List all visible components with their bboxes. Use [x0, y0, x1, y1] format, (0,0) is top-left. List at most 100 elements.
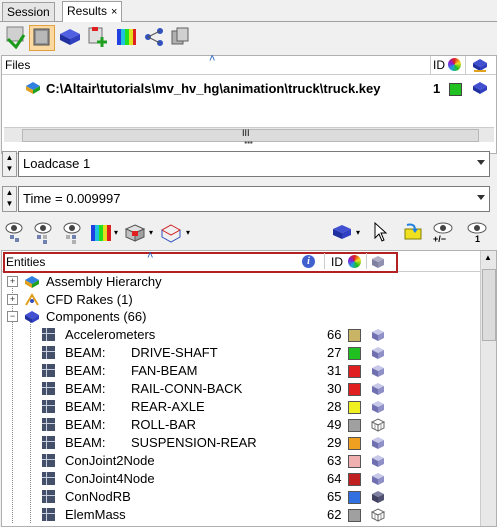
color-wheel-icon[interactable] — [348, 255, 361, 268]
component-color-swatch[interactable] — [348, 491, 361, 504]
color-icon[interactable] — [90, 224, 112, 245]
panel-splitter[interactable]: ▪▪▪ — [0, 139, 497, 147]
component-color-swatch[interactable] — [348, 365, 361, 378]
tree-icon[interactable] — [142, 25, 166, 49]
display-mode-icon[interactable] — [124, 223, 146, 246]
component-color-swatch[interactable] — [348, 329, 361, 342]
chevron-down-icon[interactable] — [477, 195, 485, 200]
group-assembly-hierarchy[interactable]: + Assembly Hierarchy — [2, 273, 480, 291]
isolate-icon[interactable] — [62, 222, 82, 247]
component-row[interactable]: BEAM: RAIL-CONN-BACK 30 — [2, 380, 480, 398]
component-row[interactable]: ElemMass 62 — [2, 506, 480, 524]
load-icon[interactable] — [4, 25, 28, 50]
component-id: 64 — [327, 471, 342, 486]
component-type: ConJoint4Node — [65, 471, 155, 486]
group-components[interactable]: − Components (66) — [2, 308, 480, 326]
expand-toggle[interactable]: − — [7, 311, 18, 322]
component-mesh-icon — [42, 472, 55, 485]
files-id-header[interactable]: ID — [433, 58, 445, 72]
component-type: Accelerometers — [65, 327, 156, 342]
component-row[interactable]: BEAM: SUSPENSION-REAR 29 — [2, 434, 480, 452]
group-icon — [24, 292, 40, 310]
time-select[interactable]: Time = 0.009997 — [18, 186, 490, 212]
loadcase-select[interactable]: Loadcase 1 — [18, 151, 490, 177]
paste-icon[interactable] — [401, 223, 423, 244]
component-row[interactable]: BEAM: DRIVE-SHAFT 27 — [2, 344, 480, 362]
component-id: 29 — [327, 435, 342, 450]
add-result-icon[interactable] — [86, 25, 110, 49]
collapse-icon[interactable]: ˄ — [209, 53, 215, 65]
chevron-down-icon[interactable]: ▾ — [149, 228, 153, 237]
file-id: 1 — [433, 81, 441, 96]
chevron-down-icon[interactable] — [477, 160, 485, 165]
component-row[interactable]: BEAM: FAN-BEAM 31 — [2, 362, 480, 380]
display-header-icon[interactable] — [371, 255, 385, 272]
component-type: BEAM: — [65, 435, 106, 450]
component-display-icon[interactable] — [371, 346, 385, 360]
pointer-icon[interactable] — [373, 221, 388, 245]
tab-results[interactable]: Results × — [62, 1, 123, 22]
component-display-icon[interactable] — [370, 418, 386, 432]
component-display-icon[interactable] — [371, 328, 385, 342]
contour-icon[interactable] — [114, 25, 138, 49]
files-header: Files ˄ ID — [2, 53, 496, 75]
component-mesh-icon — [42, 400, 55, 413]
expand-toggle[interactable]: + — [7, 293, 18, 305]
component-display-icon[interactable] — [370, 508, 386, 522]
component-color-swatch[interactable] — [348, 347, 361, 360]
expand-toggle[interactable]: + — [7, 276, 18, 287]
component-row[interactable]: ConJoint4Node 64 — [2, 470, 480, 488]
open-file-icon[interactable] — [29, 25, 55, 51]
tab-session[interactable]: Session — [2, 2, 55, 21]
component-row[interactable]: BEAM: ROLL-BAR 49 — [2, 416, 480, 434]
component-name: FAN-BEAM — [131, 363, 198, 378]
component-display-icon[interactable] — [371, 454, 385, 468]
component-row[interactable]: ConJoint2Node 63 — [2, 452, 480, 470]
chevron-down-icon[interactable]: ▾ — [186, 228, 190, 237]
info-icon[interactable]: i — [302, 255, 315, 268]
component-row[interactable]: BEAM: REAR-AXLE 28 — [2, 398, 480, 416]
color-wheel-icon[interactable] — [448, 58, 461, 71]
component-id: 27 — [327, 345, 342, 360]
component-row[interactable]: ConNodRB 65 — [2, 488, 480, 506]
group-cfd-rakes[interactable]: + CFD Rakes (1) — [2, 291, 480, 309]
collapse-icon[interactable]: ˄ — [147, 251, 153, 262]
display-header-icon[interactable] — [472, 58, 488, 75]
chevron-down-icon[interactable]: ▾ — [114, 228, 118, 237]
component-display-icon[interactable] — [371, 490, 385, 504]
file-display-icon[interactable] — [472, 81, 488, 98]
component-color-swatch[interactable] — [348, 383, 361, 396]
scroll-up-icon[interactable]: ▲ — [484, 253, 492, 262]
component-mesh-icon — [42, 346, 55, 359]
component-color-swatch[interactable] — [348, 401, 361, 414]
component-row[interactable]: Accelerometers 66 — [2, 326, 480, 344]
component-color-swatch[interactable] — [348, 419, 361, 432]
transparency-icon[interactable] — [160, 223, 182, 246]
time-spinner[interactable]: ▲ ▼ — [2, 186, 17, 212]
file-color-swatch[interactable] — [449, 83, 462, 96]
component-color-swatch[interactable] — [348, 455, 361, 468]
component-color-swatch[interactable] — [348, 509, 361, 522]
component-color-swatch[interactable] — [348, 473, 361, 486]
component-color-swatch[interactable] — [348, 437, 361, 450]
file-path[interactable]: C:\Altair\tutorials\mv_hv_hg\animation\t… — [46, 81, 380, 96]
component-display-icon[interactable] — [371, 436, 385, 450]
entities-vertical-scrollbar[interactable]: ▲ — [480, 251, 496, 526]
scrollbar-thumb[interactable] — [482, 269, 496, 341]
select-icon[interactable] — [332, 224, 352, 243]
component-display-icon[interactable] — [371, 364, 385, 378]
entities-id-header[interactable]: ID — [331, 255, 343, 269]
component-display-icon[interactable] — [371, 382, 385, 396]
layers-icon[interactable] — [168, 25, 192, 49]
hide-icon[interactable] — [33, 222, 53, 247]
chevron-down-icon[interactable]: ▾ — [356, 228, 360, 237]
component-type: BEAM: — [65, 363, 106, 378]
component-mesh-icon — [42, 454, 55, 467]
loadcase-spinner[interactable]: ▲ ▼ — [2, 151, 17, 177]
close-icon[interactable]: × — [111, 6, 117, 18]
component-display-icon[interactable] — [371, 400, 385, 414]
component-display-icon[interactable] — [371, 472, 385, 486]
tab-bar: Session Results × — [0, 0, 497, 22]
model-icon[interactable] — [58, 25, 82, 49]
show-icon[interactable] — [4, 222, 24, 247]
